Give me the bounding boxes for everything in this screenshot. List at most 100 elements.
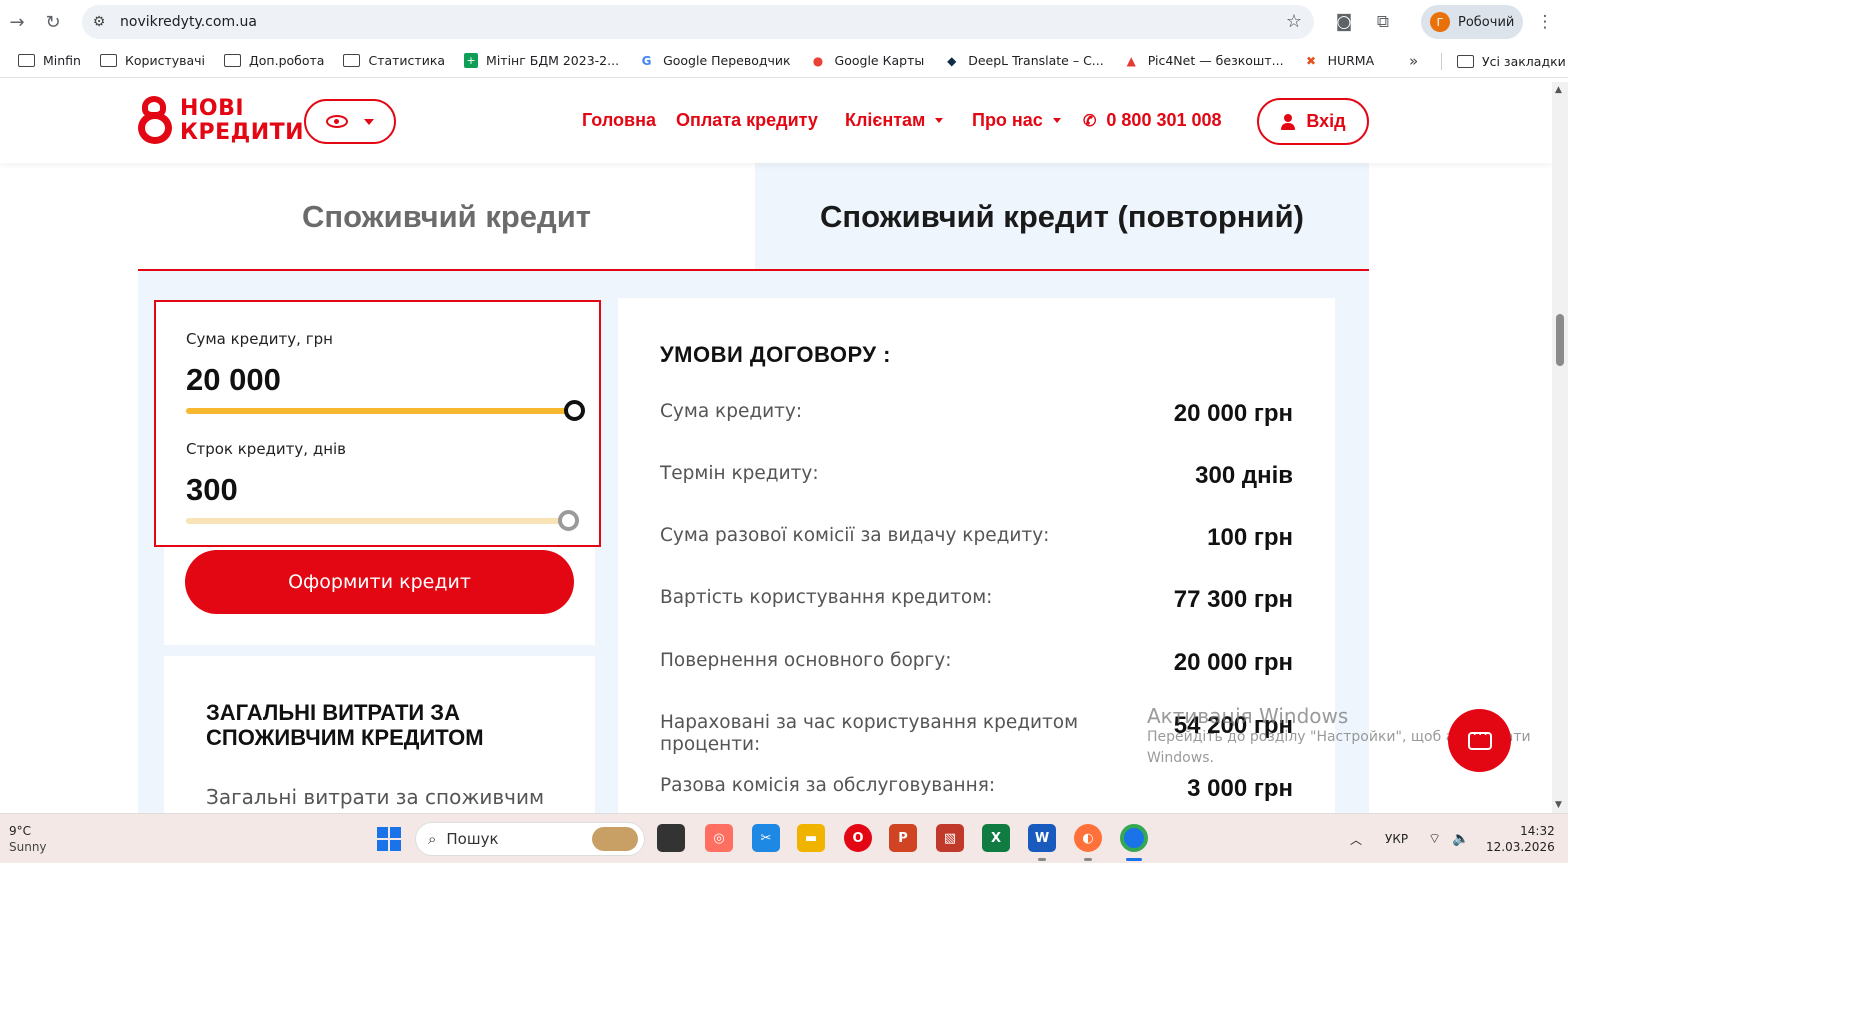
term-row-label: Нараховані за час користування кредитом …	[660, 712, 1079, 755]
term-slider-handle[interactable]	[558, 510, 579, 531]
site-logo[interactable]: НОВІ КРЕДИТИ	[138, 96, 304, 146]
weather-widget[interactable]: 9°C Sunny	[9, 823, 47, 855]
reload-icon[interactable]: ↻	[38, 7, 68, 37]
term-slider-fill	[186, 518, 568, 524]
login-label: Вхід	[1306, 111, 1346, 131]
chrome-icon[interactable]	[1120, 824, 1148, 852]
logo-line-1: НОВІ	[180, 96, 245, 121]
bookmark-star-icon[interactable]: ☆	[1286, 11, 1302, 32]
term-slider[interactable]	[186, 518, 568, 524]
bookmark-item[interactable]: Статистика	[343, 53, 445, 68]
folder-icon	[99, 54, 117, 68]
amount-slider-fill	[186, 408, 574, 414]
sheets-icon: +	[464, 53, 479, 68]
amount-slider[interactable]	[186, 408, 574, 414]
divider	[1441, 53, 1442, 70]
search-highlight-icon	[592, 827, 638, 851]
logo-line-2: КРЕДИТИ	[180, 120, 305, 145]
opera-icon[interactable]: O	[844, 824, 872, 852]
apply-credit-button[interactable]: Оформити кредит	[185, 550, 574, 614]
browser-toolbar: → ↻ ⚙ novikredyty.com.ua ☆ ◙ ⧉ Г Робочий…	[0, 0, 1568, 44]
total-costs-text: Загальні витрати за споживчим кредитом	[206, 785, 545, 813]
scrollbar-thumb[interactable]	[1556, 314, 1564, 366]
contract-terms-title: УМОВИ ДОГОВОРУ :	[660, 342, 891, 367]
firefox-icon[interactable]: ◐	[1074, 824, 1102, 852]
bookmark-label: Google Карты	[834, 53, 925, 68]
file-explorer-icon[interactable]: ▬	[797, 824, 825, 852]
tray-chevron-icon[interactable]: ︿	[1350, 814, 1362, 864]
bookmark-item[interactable]: ◆ DeepL Translate – C...	[943, 53, 1104, 68]
forward-icon[interactable]: →	[2, 7, 32, 37]
all-bookmarks[interactable]: Усі закладки	[1457, 44, 1566, 78]
screenshot-icon[interactable]: ◙	[1329, 7, 1359, 37]
taskbar-search[interactable]: ⌕ Пошук	[415, 822, 645, 856]
user-icon	[1280, 113, 1296, 130]
term-row-label: Повернення основного боргу:	[660, 650, 952, 671]
address-bar[interactable]: ⚙ novikredyty.com.ua ☆	[82, 5, 1314, 39]
weather-temp: 9°C	[9, 824, 32, 838]
deepl-icon: ◆	[947, 53, 957, 68]
total-costs-title: ЗАГАЛЬНІ ВИТРАТИ ЗА СПОЖИВЧИМ КРЕДИТОМ	[206, 700, 484, 750]
active-indicator	[1126, 858, 1142, 861]
accessibility-button[interactable]	[304, 99, 396, 144]
chevron-down-icon	[1052, 118, 1061, 123]
creative-cloud-icon[interactable]: ◎	[705, 824, 733, 852]
menu-kebab-icon[interactable]: ⋮	[1530, 7, 1560, 37]
scroll-up-icon[interactable]: ▲	[1555, 85, 1562, 95]
nav-home[interactable]: Головна	[582, 110, 656, 131]
bookmark-item[interactable]: Minfin	[18, 53, 81, 68]
calculator-sliders: Сума кредиту, грн 20 000 Строк кредиту, …	[154, 300, 601, 547]
term-row-value: 20 000 грн	[1173, 400, 1293, 427]
clock-time: 14:32	[1520, 824, 1555, 838]
active-indicator	[1084, 858, 1092, 861]
bookmark-label: HURMA	[1327, 53, 1375, 68]
amount-slider-handle[interactable]	[564, 400, 585, 421]
bookmark-item[interactable]: + Мітінг БДМ 2023-2...	[464, 53, 619, 68]
bookmark-item[interactable]: ✖ HURMA	[1303, 53, 1375, 68]
task-view-icon[interactable]	[657, 824, 685, 852]
nav-clients-label: Клієнтам	[845, 110, 926, 130]
system-clock[interactable]: 14:32 12.03.2026	[1486, 823, 1555, 855]
phone-icon: ✆	[1083, 112, 1097, 130]
logo-text: НОВІ КРЕДИТИ	[180, 97, 304, 145]
scroll-down-icon[interactable]: ▼	[1555, 800, 1562, 810]
extensions-icon[interactable]: ⧉	[1368, 7, 1398, 37]
bookmark-item[interactable]: Доп.робота	[224, 53, 324, 68]
bookmark-label: Користувачі	[124, 53, 206, 68]
amount-value[interactable]: 20 000	[186, 362, 281, 398]
tab-consumer-credit[interactable]: Споживчий кредит	[138, 163, 755, 270]
login-button[interactable]: Вхід	[1257, 98, 1369, 145]
page-scrollbar[interactable]: ▲ ▼	[1552, 82, 1568, 813]
volume-icon[interactable]: 🔈	[1452, 814, 1469, 864]
image-viewer-icon[interactable]: ▧	[936, 824, 964, 852]
folder-icon	[224, 54, 242, 68]
bookmark-item[interactable]: Користувачі	[99, 53, 206, 68]
nav-clients[interactable]: Клієнтам	[845, 110, 944, 131]
nav-about[interactable]: Про нас	[972, 110, 1061, 131]
word-icon[interactable]: W	[1028, 824, 1056, 852]
folder-icon	[343, 54, 361, 68]
language-indicator[interactable]: УКР	[1385, 814, 1408, 864]
site-settings-icon[interactable]: ⚙	[82, 5, 116, 39]
snipping-tool-icon[interactable]: ✂	[752, 824, 780, 852]
windows-start-icon[interactable]	[377, 827, 401, 851]
wifi-icon[interactable]: ⌔	[1428, 814, 1441, 864]
eye-icon	[326, 115, 348, 128]
term-value[interactable]: 300	[186, 472, 238, 508]
url-text[interactable]: novikredyty.com.ua	[120, 14, 257, 30]
bookmark-item[interactable]: G Google Переводчик	[638, 53, 791, 68]
excel-icon[interactable]: X	[982, 824, 1010, 852]
bookmark-item[interactable]: ▲ Pic4Net — безкошт...	[1123, 53, 1284, 68]
more-bookmarks-icon[interactable]: »	[1409, 52, 1418, 70]
tab-consumer-credit-repeat[interactable]: Споживчий кредит (повторний)	[755, 163, 1369, 270]
nav-phone[interactable]: ✆ 0 800 301 008	[1083, 110, 1222, 131]
bookmark-item[interactable]: ● Google Карты	[810, 53, 925, 68]
powerpoint-icon[interactable]: P	[889, 824, 917, 852]
chat-button[interactable]	[1448, 709, 1511, 772]
bookmark-label: Доп.робота	[249, 53, 325, 68]
nav-payment[interactable]: Оплата кредиту	[676, 110, 818, 131]
term-row-label: Сума кредиту:	[660, 401, 803, 422]
bookmark-label: Pic4Net — безкошт...	[1147, 53, 1284, 68]
translate-icon: G	[641, 53, 652, 68]
profile-button[interactable]: Г Робочий	[1421, 5, 1523, 39]
